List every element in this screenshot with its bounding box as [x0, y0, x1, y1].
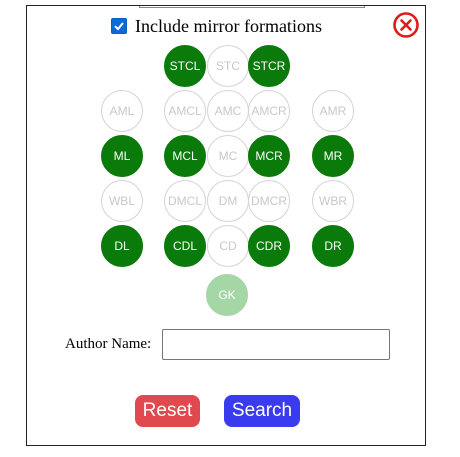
position-amcl[interactable]: AMCL — [164, 90, 206, 132]
position-amr[interactable]: AMR — [312, 90, 354, 132]
author-name-input[interactable] — [162, 329, 390, 360]
position-stcr[interactable]: STCR — [248, 45, 290, 87]
position-gk[interactable]: GK — [206, 274, 248, 316]
close-circle-icon[interactable] — [393, 12, 419, 38]
position-amcr[interactable]: AMCR — [248, 90, 290, 132]
position-dl[interactable]: DL — [101, 225, 143, 267]
position-ml[interactable]: ML — [101, 135, 143, 177]
position-dm[interactable]: DM — [207, 180, 249, 222]
position-dmcl[interactable]: DMCL — [164, 180, 206, 222]
position-cdr[interactable]: CDR — [248, 225, 290, 267]
mirror-checkbox-label[interactable]: Include mirror formations — [135, 16, 322, 37]
search-button[interactable]: Search — [224, 395, 300, 427]
position-amc[interactable]: AMC — [207, 90, 249, 132]
formation-search-dialog: Include mirror formations STCL STC STCR AML… — [26, 5, 426, 446]
position-dmcr[interactable]: DMCR — [248, 180, 290, 222]
position-stcl[interactable]: STCL — [164, 45, 206, 87]
position-cd[interactable]: CD — [207, 225, 249, 267]
dialog-top-edge — [139, 6, 365, 8]
position-cdl[interactable]: CDL — [164, 225, 206, 267]
close-button[interactable] — [393, 12, 419, 38]
position-mcl[interactable]: MCL — [164, 135, 206, 177]
position-mc[interactable]: MC — [207, 135, 249, 177]
reset-button[interactable]: Reset — [135, 395, 200, 427]
checkmark-icon — [114, 22, 124, 31]
position-aml[interactable]: AML — [101, 90, 143, 132]
position-wbl[interactable]: WBL — [101, 180, 143, 222]
position-wbr[interactable]: WBR — [312, 180, 354, 222]
mirror-checkbox[interactable] — [111, 18, 127, 34]
position-mr[interactable]: MR — [312, 135, 354, 177]
position-dr[interactable]: DR — [312, 225, 354, 267]
position-mcr[interactable]: MCR — [248, 135, 290, 177]
position-stc[interactable]: STC — [207, 45, 249, 87]
author-name-label: Author Name: — [65, 336, 152, 352]
mirror-formations-option[interactable]: Include mirror formations — [111, 16, 322, 36]
